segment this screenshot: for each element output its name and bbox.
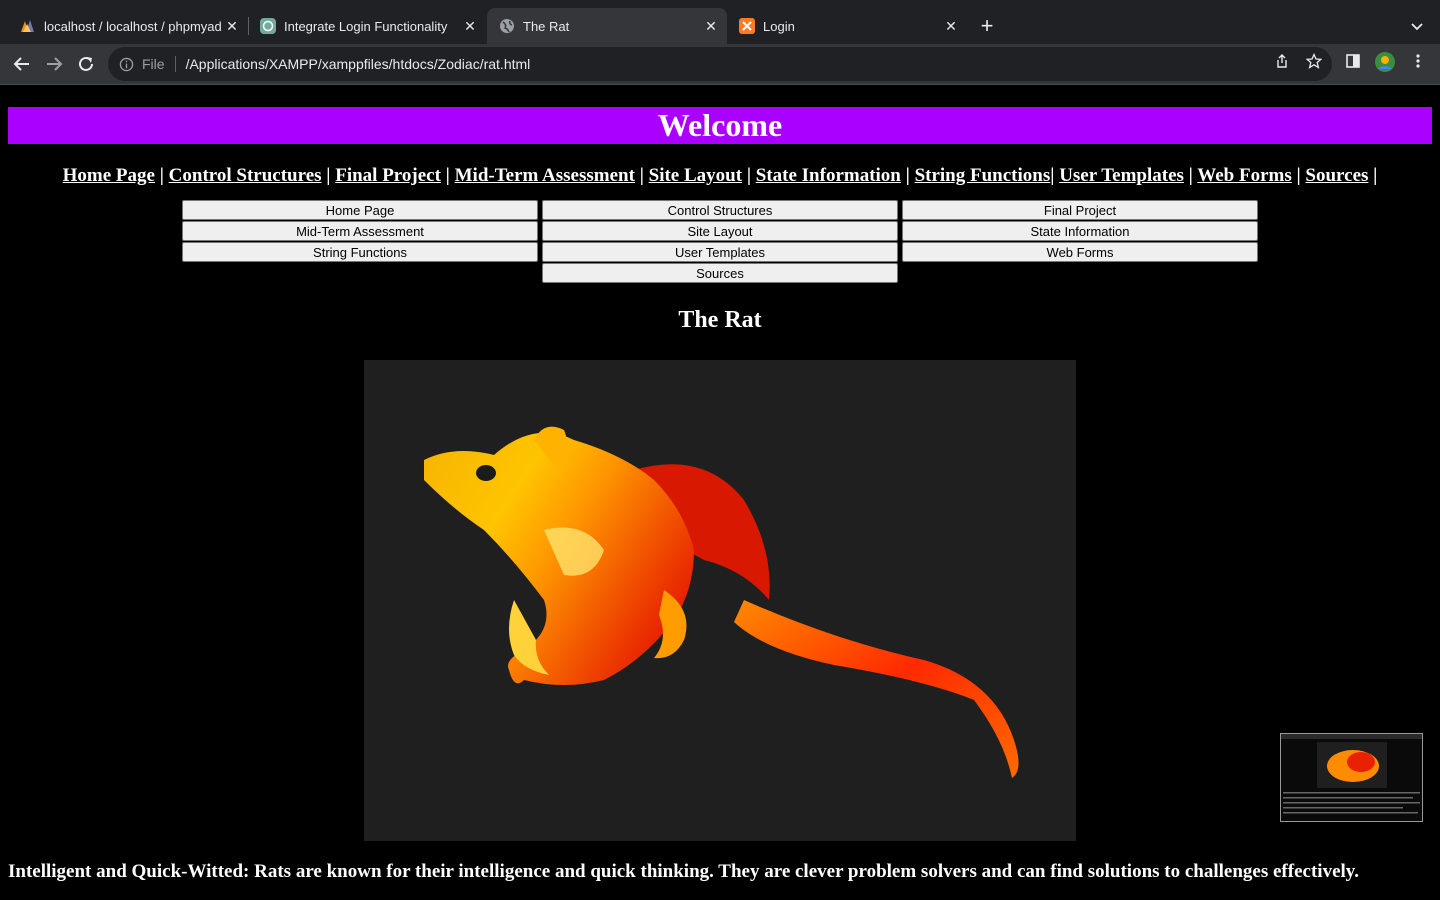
side-panel-icon[interactable] (1345, 53, 1361, 69)
nav-link-string-functions[interactable]: String Functions (915, 165, 1051, 186)
reload-icon[interactable] (74, 52, 98, 76)
control-structures-button[interactable]: Control Structures (542, 200, 898, 220)
tab-phpmyadmin[interactable]: localhost / localhost / phpmyad ✕ (8, 8, 248, 44)
divider (174, 56, 176, 72)
tab-title: The Rat (523, 18, 570, 34)
url-text[interactable]: /Applications/XAMPP/xamppfiles/htdocs/Zo… (186, 56, 531, 72)
chatgpt-icon (260, 18, 276, 34)
web-forms-button[interactable]: Web Forms (902, 242, 1258, 262)
close-icon[interactable]: ✕ (222, 16, 242, 36)
welcome-banner: Welcome (8, 107, 1432, 144)
nav-link-web-forms[interactable]: Web Forms (1197, 165, 1291, 186)
rat-image (364, 360, 1076, 841)
close-icon[interactable]: ✕ (701, 16, 721, 36)
nav-link-site-layout[interactable]: Site Layout (649, 165, 742, 186)
scheme-label: File (142, 56, 165, 72)
home-page-button[interactable]: Home Page (182, 200, 538, 220)
nav-link-user-templates[interactable]: User Templates (1059, 165, 1184, 186)
share-icon[interactable] (1274, 53, 1290, 69)
new-tab-icon[interactable]: + (975, 13, 999, 38)
globe-icon (499, 18, 515, 34)
tab-login[interactable]: Login ✕ (727, 8, 967, 44)
tab-integrate-login[interactable]: Integrate Login Functionality ✕ (248, 8, 486, 44)
tab-title: localhost / localhost / phpmyad (44, 18, 222, 34)
info-icon[interactable] (118, 56, 134, 72)
nav-link-mid-term-assessment[interactable]: Mid-Term Assessment (455, 165, 635, 186)
address-bar[interactable]: File /Applications/XAMPP/xamppfiles/htdo… (108, 47, 1332, 81)
tab-title: Login (763, 18, 795, 34)
user-templates-button[interactable]: User Templates (542, 242, 898, 262)
tab-title: Integrate Login Functionality (284, 18, 448, 34)
nav-link-control-structures[interactable]: Control Structures (169, 165, 322, 186)
phpmyadmin-icon (20, 18, 36, 34)
nav-link-sources[interactable]: Sources (1305, 165, 1368, 186)
chevron-down-icon[interactable] (1405, 14, 1429, 38)
nav-link-state-information[interactable]: State Information (756, 165, 901, 186)
tab-strip: localhost / localhost / phpmyad ✕ Integr… (0, 0, 1440, 44)
site-layout-button[interactable]: Site Layout (542, 221, 898, 241)
nav-links: Home Page | Control Structures | Final P… (62, 165, 1378, 186)
forward-icon[interactable] (42, 52, 66, 76)
nav-link-final-project[interactable]: Final Project (335, 165, 441, 186)
string-functions-button[interactable]: String Functions (182, 242, 538, 262)
state-information-button[interactable]: State Information (902, 221, 1258, 241)
mid-term-assessment-button[interactable]: Mid-Term Assessment (182, 221, 538, 241)
avatar[interactable] (1374, 51, 1396, 73)
close-icon[interactable]: ✕ (460, 16, 480, 36)
tab-the-rat[interactable]: The Rat ✕ (487, 8, 727, 44)
screenshot-thumbnail[interactable] (1280, 733, 1423, 822)
xampp-icon (739, 18, 755, 34)
bookmark-star-icon[interactable] (1306, 53, 1322, 69)
menu-kebab-icon[interactable] (1410, 53, 1426, 69)
page-title: The Rat (678, 307, 762, 333)
sources-button[interactable]: Sources (542, 263, 898, 283)
final-project-button[interactable]: Final Project (902, 200, 1258, 220)
nav-link-home-page[interactable]: Home Page (63, 165, 155, 186)
back-icon[interactable] (10, 52, 34, 76)
trait-description: Intelligent and Quick-Witted: Rats are k… (8, 861, 1359, 882)
page-content: Welcome Home Page | Control Structures |… (0, 85, 1440, 900)
browser-toolbar: File /Applications/XAMPP/xamppfiles/htdo… (0, 44, 1440, 84)
close-icon[interactable]: ✕ (941, 16, 961, 36)
